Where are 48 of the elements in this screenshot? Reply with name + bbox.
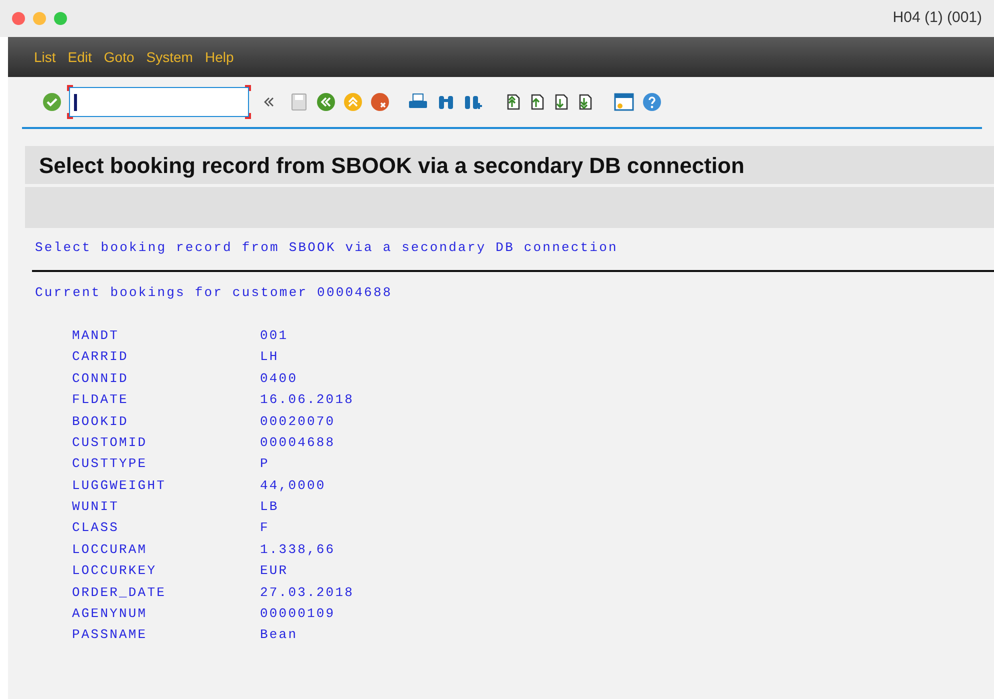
field-value: F bbox=[260, 519, 270, 538]
menu-item[interactable]: List bbox=[34, 46, 56, 68]
field-value: 16.06.2018 bbox=[260, 391, 354, 410]
field-name: MANDT bbox=[72, 326, 120, 345]
window-title: H04 (1) (001) bbox=[892, 8, 982, 28]
menu-item[interactable]: System bbox=[146, 46, 193, 68]
field-name: LOCCURKEY bbox=[72, 562, 158, 580]
help-icon[interactable] bbox=[642, 92, 662, 112]
cancel-icon[interactable] bbox=[370, 92, 390, 112]
list-heading: Select booking record from SBOOK via a secondary DB connection bbox=[35, 239, 619, 257]
save-icon[interactable] bbox=[289, 92, 309, 112]
field-name: CONNID bbox=[72, 370, 130, 388]
screen-title: Select booking record from SBOOK via a secondary DB connection bbox=[39, 152, 744, 180]
window-icon[interactable] bbox=[613, 91, 635, 113]
list-subheading: Current bookings for customer 00004688 bbox=[35, 284, 394, 302]
field-value: 44,0000 bbox=[260, 476, 326, 495]
field-name: CARRID bbox=[72, 348, 130, 366]
field-name: FLDATE bbox=[72, 391, 130, 410]
field-value: 00000109 bbox=[260, 605, 336, 624]
back-icon[interactable] bbox=[316, 92, 336, 112]
field-name: LOCCURAM bbox=[72, 540, 148, 559]
field-value: 1.338,66 bbox=[260, 540, 336, 559]
field-value: 00020070 bbox=[260, 412, 336, 430]
field-name: WUNIT bbox=[72, 498, 120, 516]
field-value: EUR bbox=[260, 562, 288, 580]
field-value: 00004688 bbox=[260, 434, 336, 452]
menu-item[interactable]: Edit bbox=[68, 46, 92, 68]
menu-item[interactable]: Help bbox=[204, 46, 234, 68]
field-name: ORDER_DATE bbox=[72, 584, 168, 602]
field-name: CUSTTYPE bbox=[72, 455, 148, 474]
field-name: CLASS bbox=[72, 519, 120, 538]
field-name: BOOKID bbox=[72, 412, 130, 430]
field-value: 0400 bbox=[260, 370, 298, 388]
field-name: PASSNAME bbox=[72, 626, 148, 644]
field-value: P bbox=[260, 455, 270, 474]
field-value: 001 bbox=[260, 326, 288, 345]
menu-item[interactable]: Goto bbox=[104, 46, 134, 68]
field-name: CUSTOMID bbox=[72, 434, 148, 452]
field-value: 27.03.2018 bbox=[260, 584, 354, 602]
field-name: LUGGWEIGHT bbox=[72, 476, 168, 495]
field-name: AGENYNUM bbox=[72, 605, 148, 624]
command-field[interactable] bbox=[69, 87, 249, 117]
field-value: LB bbox=[260, 498, 279, 516]
check-icon[interactable] bbox=[42, 92, 62, 112]
close-window-button[interactable] bbox=[12, 12, 25, 25]
field-value: Bean bbox=[260, 626, 298, 644]
field-value: LH bbox=[260, 348, 279, 366]
collapse-icon[interactable] bbox=[262, 95, 276, 109]
